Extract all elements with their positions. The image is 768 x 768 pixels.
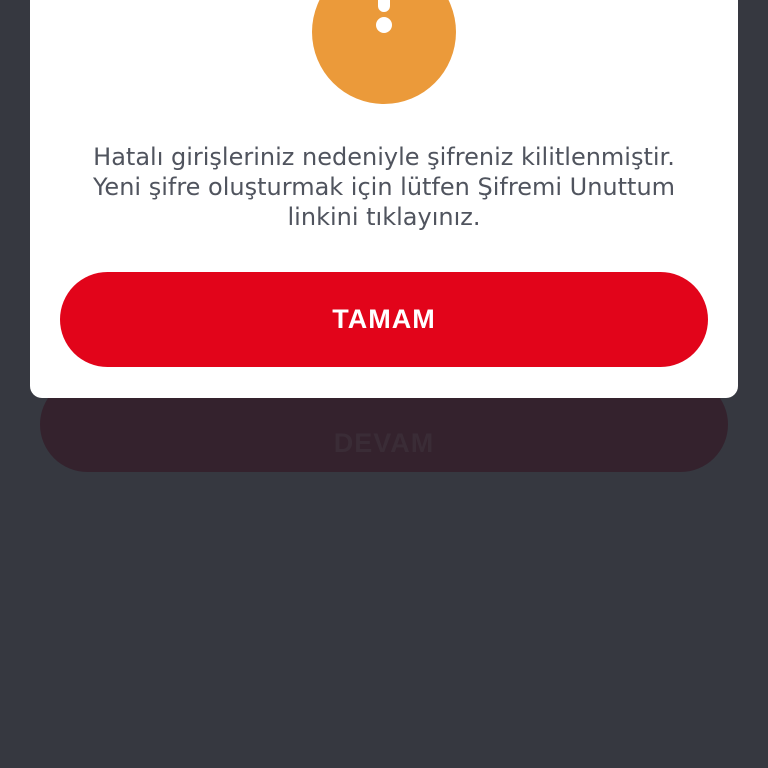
alert-message-line: linkini tıklayınız. <box>287 203 481 231</box>
ok-button[interactable]: TAMAM <box>60 272 708 367</box>
continue-button-label: DEVAM <box>333 428 435 458</box>
alert-message: Hatalı girişleriniz nedeniyle şifreniz k… <box>30 142 738 232</box>
exclamation-icon-bar <box>378 0 390 12</box>
exclamation-icon-dot <box>376 17 392 33</box>
alert-message-line: Hatalı girişleriniz nedeniyle şifreniz k… <box>93 143 675 171</box>
alert-message-line: Yeni şifre oluşturmak için lütfen Şifrem… <box>92 173 676 201</box>
